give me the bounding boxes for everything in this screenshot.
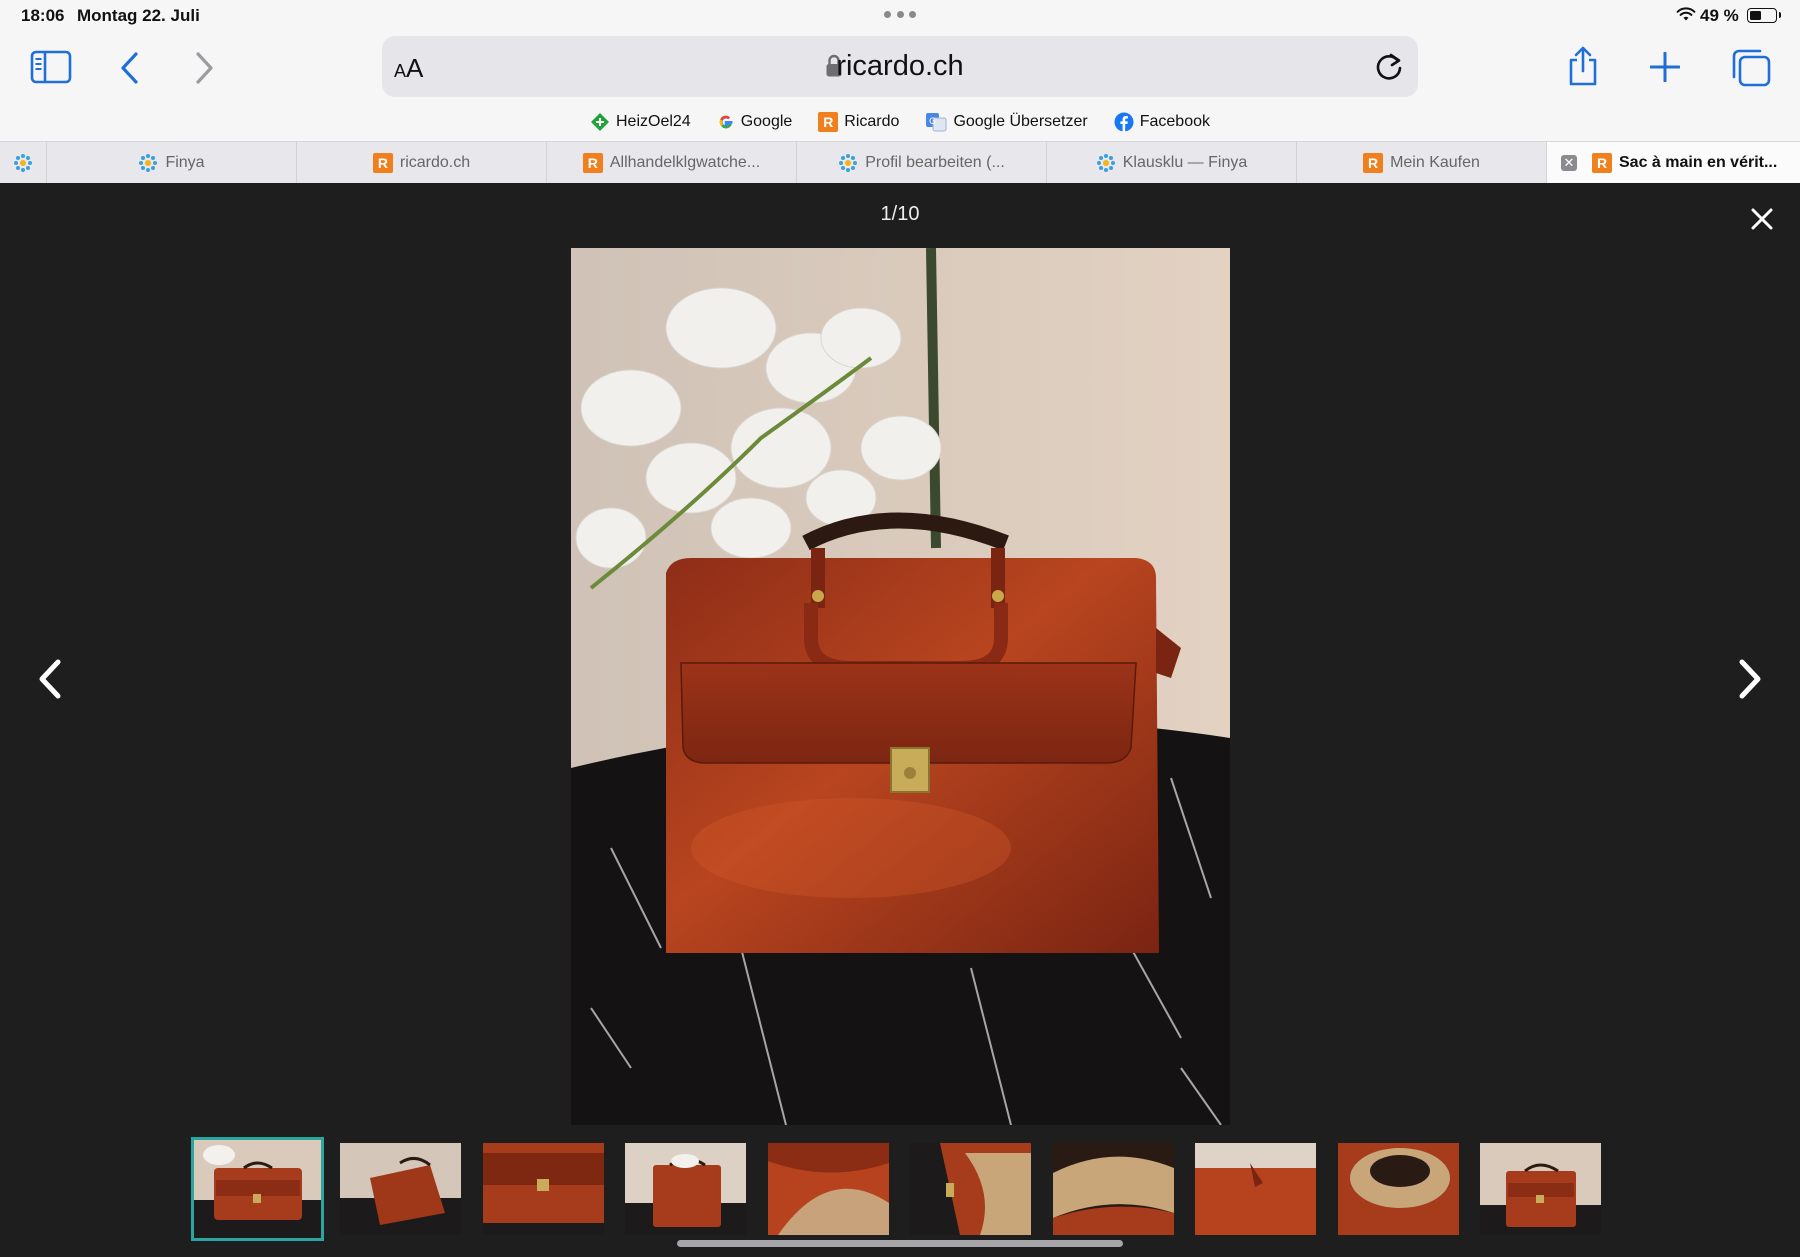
next-image-icon[interactable] bbox=[1730, 656, 1770, 702]
status-time: 18:06 bbox=[21, 6, 65, 25]
favorite-label: Google bbox=[740, 113, 793, 130]
status-bar: 18:06 Montag 22. Juli 49 % bbox=[0, 0, 1800, 30]
google-icon bbox=[719, 115, 733, 129]
back-icon[interactable] bbox=[119, 52, 141, 84]
ricardo-icon: R bbox=[372, 153, 393, 173]
thumbnail-3[interactable] bbox=[483, 1143, 604, 1235]
thumbnail-6[interactable] bbox=[910, 1143, 1031, 1235]
favorite-label: HeizOel24 bbox=[616, 113, 691, 130]
thumbnail-7[interactable] bbox=[1053, 1143, 1174, 1235]
favorite-facebook[interactable]: Facebook bbox=[1114, 108, 1210, 136]
wifi-icon bbox=[1676, 7, 1696, 21]
tab-label: ricardo.ch bbox=[399, 154, 471, 171]
finya-icon bbox=[839, 154, 858, 172]
translate-icon: G bbox=[926, 113, 947, 132]
main-product-photo[interactable] bbox=[571, 248, 1230, 1125]
favorite-label: Facebook bbox=[1139, 113, 1210, 130]
tab-label: Finya bbox=[165, 154, 205, 171]
tab-label: Mein Kaufen bbox=[1390, 154, 1480, 171]
favorite-heizoel24[interactable]: HeizOel24 bbox=[590, 108, 691, 136]
tab-group-pinned[interactable] bbox=[0, 142, 47, 184]
sidebar-icon[interactable] bbox=[30, 50, 72, 84]
image-viewer: 1/10 bbox=[0, 183, 1800, 1257]
thumbnail-10[interactable] bbox=[1480, 1143, 1601, 1235]
thumbnail-2[interactable] bbox=[340, 1143, 461, 1235]
svg-text:G: G bbox=[929, 117, 936, 127]
favorites-bar: HeizOel24 Google R Ricardo G Google Über… bbox=[0, 108, 1800, 136]
tab-label: Allhandelklgwatche... bbox=[609, 154, 761, 171]
previous-image-icon[interactable] bbox=[30, 656, 70, 702]
favorite-label: Google Übersetzer bbox=[953, 113, 1088, 130]
share-icon[interactable] bbox=[1566, 45, 1600, 87]
thumbnail-8[interactable] bbox=[1195, 1143, 1316, 1235]
tab-ricardo[interactable]: R ricardo.ch bbox=[297, 142, 547, 184]
facebook-icon bbox=[1114, 112, 1134, 132]
tab-overview-icon[interactable] bbox=[1731, 49, 1771, 87]
finya-icon bbox=[1096, 154, 1115, 172]
address-bar[interactable]: AA ricardo.ch bbox=[382, 36, 1418, 97]
ricardo-icon: R bbox=[1363, 153, 1384, 173]
thumbnail-9[interactable] bbox=[1338, 1143, 1459, 1235]
thumbnail-4[interactable] bbox=[625, 1143, 746, 1235]
thumbnail-1[interactable] bbox=[191, 1137, 324, 1241]
new-tab-icon[interactable] bbox=[1650, 52, 1680, 82]
favorite-label: Ricardo bbox=[844, 113, 900, 130]
close-icon[interactable] bbox=[1748, 205, 1776, 233]
tab-label: Sac à main en vérit... bbox=[1619, 154, 1778, 171]
tab-sac-a-main[interactable]: ✕ R Sac à main en vérit... bbox=[1547, 142, 1800, 184]
forward-icon[interactable] bbox=[193, 52, 215, 84]
finya-icon bbox=[139, 154, 158, 172]
ricardo-icon: R bbox=[1592, 153, 1612, 173]
battery-percent: 49 % bbox=[1700, 6, 1739, 25]
url-text[interactable]: ricardo.ch bbox=[382, 50, 1418, 83]
image-counter: 1/10 bbox=[880, 203, 920, 225]
tab-profil-bearbeiten[interactable]: Profil bearbeiten (... bbox=[797, 142, 1047, 184]
tab-finya[interactable]: Finya bbox=[47, 142, 297, 184]
heizoel-icon bbox=[591, 113, 609, 131]
tab-allhandel[interactable]: R Allhandelklgwatche... bbox=[547, 142, 797, 184]
reload-icon[interactable] bbox=[1374, 50, 1404, 82]
favorite-google-translate[interactable]: G Google Übersetzer bbox=[925, 108, 1088, 136]
favorite-google[interactable]: Google bbox=[717, 108, 793, 136]
browser-chrome: 18:06 Montag 22. Juli 49 % AA ricardo.ch bbox=[0, 0, 1800, 184]
horizontal-scrollbar[interactable] bbox=[677, 1240, 1123, 1247]
tab-bar: Finya R ricardo.ch R Allhandelklgwatche.… bbox=[0, 141, 1800, 184]
finya-icon bbox=[14, 154, 32, 172]
tab-klausklu[interactable]: Klausklu — Finya bbox=[1047, 142, 1297, 184]
multitasking-dots-icon[interactable] bbox=[884, 9, 916, 19]
ricardo-icon: R bbox=[818, 112, 839, 132]
favorite-ricardo[interactable]: R Ricardo bbox=[818, 108, 899, 136]
tab-mein-kaufen[interactable]: R Mein Kaufen bbox=[1297, 142, 1547, 184]
thumbnail-5[interactable] bbox=[768, 1143, 889, 1235]
ricardo-icon: R bbox=[582, 153, 603, 173]
tab-label: Profil bearbeiten (... bbox=[865, 154, 1005, 171]
close-tab-icon[interactable]: ✕ bbox=[1561, 155, 1577, 171]
status-date: Montag 22. Juli bbox=[77, 6, 200, 25]
battery-icon bbox=[1747, 8, 1781, 23]
tab-label: Klausklu — Finya bbox=[1122, 154, 1248, 171]
